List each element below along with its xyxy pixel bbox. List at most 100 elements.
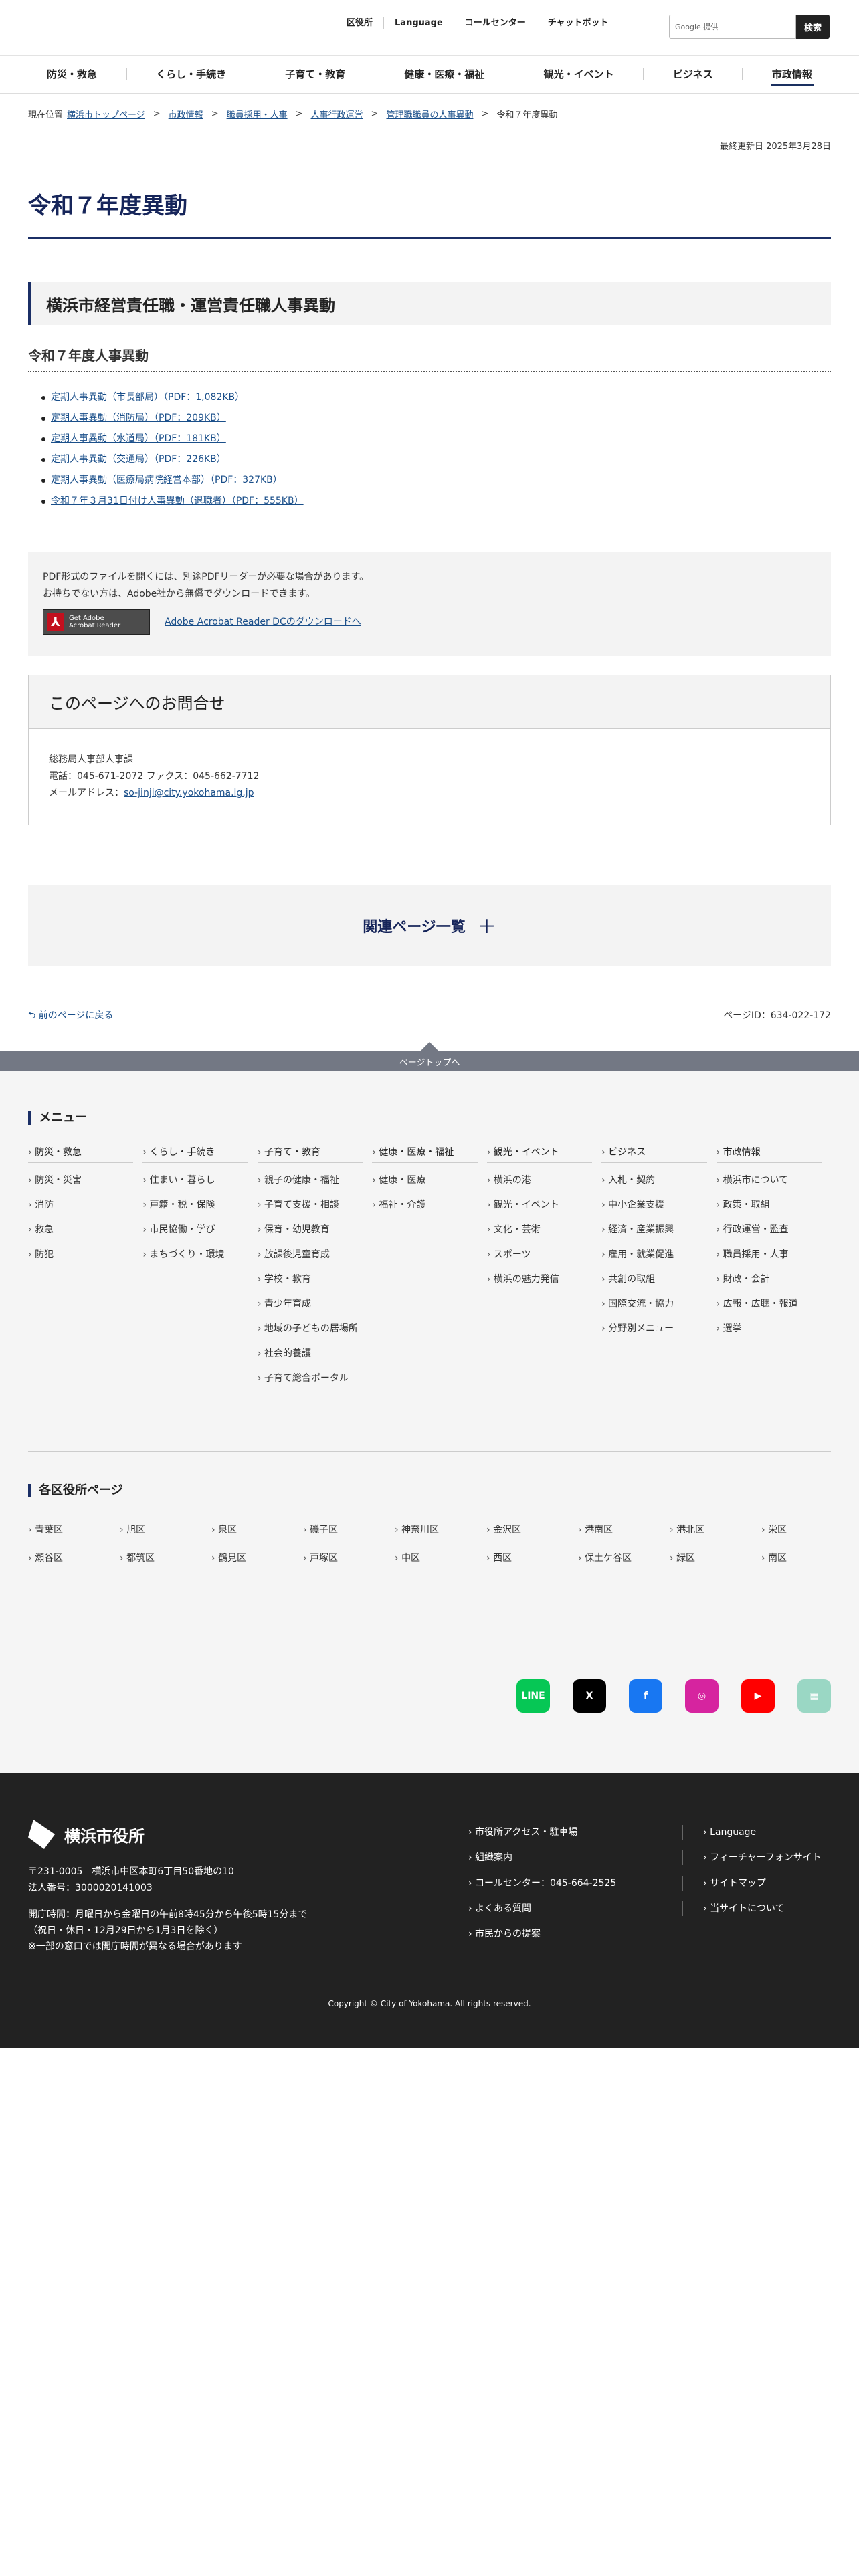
menu-item-link[interactable]: 財政・会計: [717, 1267, 822, 1292]
menu-item-link[interactable]: 社会的養護: [258, 1341, 363, 1366]
menu-item-link[interactable]: 国際交流・協力: [601, 1292, 706, 1317]
menu-item-link[interactable]: 選挙: [717, 1317, 822, 1341]
ward-link[interactable]: 磯子区: [303, 1523, 395, 1536]
menu-item-link[interactable]: 健康・医療: [372, 1168, 477, 1193]
ward-link[interactable]: 西区: [486, 1551, 578, 1564]
menu-item-link[interactable]: 防犯: [28, 1243, 133, 1267]
menu-item-link[interactable]: 地域の子どもの居場所: [258, 1317, 363, 1341]
menu-item-link[interactable]: 政策・取組: [717, 1193, 822, 1218]
footer-link-featurephone[interactable]: フィーチャーフォンサイト: [682, 1850, 836, 1865]
contact-mail-link[interactable]: so-jinji@city.yokohama.lg.jp: [124, 788, 254, 798]
back-link[interactable]: ⮌ 前のページに戻る: [28, 1008, 113, 1025]
pdf-link-taishoku[interactable]: 令和７年３月31日付け人事異動（退職者）（PDF：555KB）: [51, 496, 304, 506]
menu-item-link[interactable]: スポーツ: [487, 1243, 592, 1267]
gnav-kanko[interactable]: 観光・イベント: [525, 67, 633, 82]
facebook-icon[interactable]: f: [629, 1679, 662, 1713]
menu-category-link[interactable]: 子育て・教育: [257, 1145, 363, 1163]
menu-item-link[interactable]: 青少年育成: [258, 1292, 363, 1317]
menu-item-link[interactable]: 文化・芸術: [487, 1218, 592, 1243]
calendar-icon[interactable]: ▦: [797, 1679, 831, 1713]
util-chatbot-link[interactable]: チャットボット: [536, 17, 619, 29]
adobe-reader-badge[interactable]: ⅄ Get Adobe Acrobat Reader: [43, 609, 150, 635]
ward-link[interactable]: 瀬谷区: [28, 1551, 120, 1564]
menu-category-link[interactable]: 市政情報: [716, 1145, 822, 1163]
ward-link[interactable]: 中区: [395, 1551, 486, 1564]
menu-item-link[interactable]: 横浜市について: [717, 1168, 822, 1193]
menu-item-link[interactable]: 広報・広聴・報道: [717, 1292, 822, 1317]
menu-item-link[interactable]: 消防: [28, 1193, 133, 1218]
menu-category-link[interactable]: ビジネス: [601, 1145, 707, 1163]
util-language-link[interactable]: Language: [383, 17, 454, 29]
pdf-link-iryo[interactable]: 定期人事異動（医療局病院経営本部）（PDF：327KB）: [51, 475, 282, 486]
breadcrumb-kanri[interactable]: 管理職職員の人事異動: [386, 108, 473, 120]
gnav-business[interactable]: ビジネス: [654, 67, 732, 82]
menu-item-link[interactable]: 経済・産業振興: [601, 1218, 706, 1243]
footer-link-callcenter[interactable]: コールセンター：045-664-2525: [468, 1876, 682, 1891]
search-button[interactable]: 検索: [796, 15, 830, 39]
footer-link-organization[interactable]: 組織案内: [468, 1850, 682, 1865]
menu-category-link[interactable]: 健康・医療・福祉: [372, 1145, 478, 1163]
menu-category-link[interactable]: 観光・イベント: [486, 1145, 593, 1163]
menu-item-link[interactable]: 中小企業支援: [601, 1193, 706, 1218]
gnav-bousai[interactable]: 防災・救急: [28, 67, 116, 82]
menu-item-link[interactable]: 横浜の港: [487, 1168, 592, 1193]
ward-link[interactable]: 港北区: [670, 1523, 761, 1536]
ward-link[interactable]: 南区: [761, 1551, 853, 1564]
menu-item-link[interactable]: 学校・教育: [258, 1267, 363, 1292]
menu-item-link[interactable]: 雇用・就業促進: [601, 1243, 706, 1267]
menu-category-link[interactable]: 防災・救急: [28, 1145, 134, 1163]
ward-link[interactable]: 旭区: [120, 1523, 211, 1536]
instagram-icon[interactable]: ◎: [685, 1679, 719, 1713]
footer-link-sitemap[interactable]: サイトマップ: [682, 1876, 836, 1891]
menu-item-link[interactable]: 子育て支援・相談: [258, 1193, 363, 1218]
youtube-icon[interactable]: ▶: [741, 1679, 775, 1713]
ward-link[interactable]: 神奈川区: [395, 1523, 486, 1536]
ward-link[interactable]: 保土ケ谷区: [578, 1551, 670, 1564]
menu-item-link[interactable]: 住まい・暮らし: [142, 1168, 248, 1193]
util-ward-link[interactable]: 区役所: [336, 17, 383, 29]
menu-item-link[interactable]: 戸籍・税・保険: [142, 1193, 248, 1218]
menu-item-link[interactable]: まちづくり・環境: [142, 1243, 248, 1267]
search-input[interactable]: Google 提供: [669, 15, 796, 39]
ward-link[interactable]: 港南区: [578, 1523, 670, 1536]
gnav-kosodate[interactable]: 子育て・教育: [266, 67, 364, 82]
menu-item-link[interactable]: 防災・災害: [28, 1168, 133, 1193]
ward-link[interactable]: 都筑区: [120, 1551, 211, 1564]
pdf-link-suido[interactable]: 定期人事異動（水道局）（PDF：181KB）: [51, 433, 226, 444]
footer-link-access[interactable]: 市役所アクセス・駐車場: [468, 1825, 682, 1840]
gnav-kurashi[interactable]: くらし・手続き: [137, 67, 245, 82]
menu-item-link[interactable]: 保育・幼児教育: [258, 1218, 363, 1243]
menu-item-link[interactable]: 職員採用・人事: [717, 1243, 822, 1267]
footer-link-faq[interactable]: よくある質問: [468, 1901, 682, 1916]
ward-link[interactable]: 鶴見区: [211, 1551, 303, 1564]
menu-item-link[interactable]: 行政運営・監査: [717, 1218, 822, 1243]
adobe-download-link[interactable]: Adobe Acrobat Reader DCのダウンロードへ: [165, 614, 361, 631]
menu-item-link[interactable]: 観光・イベント: [487, 1193, 592, 1218]
menu-item-link[interactable]: 横浜の魅力発信: [487, 1267, 592, 1292]
pdf-link-kotsu[interactable]: 定期人事異動（交通局）（PDF：226KB）: [51, 454, 226, 465]
menu-item-link[interactable]: 子育て総合ポータル: [258, 1366, 363, 1391]
menu-item-link[interactable]: 福祉・介護: [372, 1193, 477, 1218]
ward-link[interactable]: 青葉区: [28, 1523, 120, 1536]
menu-item-link[interactable]: 放課後児童育成: [258, 1243, 363, 1267]
menu-item-link[interactable]: 救急: [28, 1218, 133, 1243]
menu-category-link[interactable]: くらし・手続き: [142, 1145, 248, 1163]
menu-item-link[interactable]: 親子の健康・福祉: [258, 1168, 363, 1193]
page-top-button[interactable]: ページトップへ: [0, 1042, 859, 1071]
ward-link[interactable]: 泉区: [211, 1523, 303, 1536]
line-icon[interactable]: LINE: [516, 1679, 550, 1713]
menu-item-link[interactable]: 入札・契約: [601, 1168, 706, 1193]
ward-link[interactable]: 緑区: [670, 1551, 761, 1564]
x-icon[interactable]: X: [573, 1679, 606, 1713]
breadcrumb-shisei[interactable]: 市政情報: [169, 108, 203, 120]
gnav-shisei[interactable]: 市政情報: [753, 67, 831, 86]
util-callcenter-link[interactable]: コールセンター: [453, 17, 537, 29]
footer-link-language[interactable]: Language: [682, 1825, 836, 1840]
gnav-kenko[interactable]: 健康・医療・福祉: [385, 67, 503, 82]
ward-link[interactable]: 金沢区: [486, 1523, 578, 1536]
ward-link[interactable]: 栄区: [761, 1523, 853, 1536]
breadcrumb-jinji[interactable]: 人事行政運営: [311, 108, 363, 120]
menu-item-link[interactable]: 分野別メニュー: [601, 1317, 706, 1341]
pdf-link-shobo[interactable]: 定期人事異動（消防局）（PDF：209KB）: [51, 413, 226, 423]
breadcrumb-top[interactable]: 横浜市トップページ: [67, 108, 145, 120]
